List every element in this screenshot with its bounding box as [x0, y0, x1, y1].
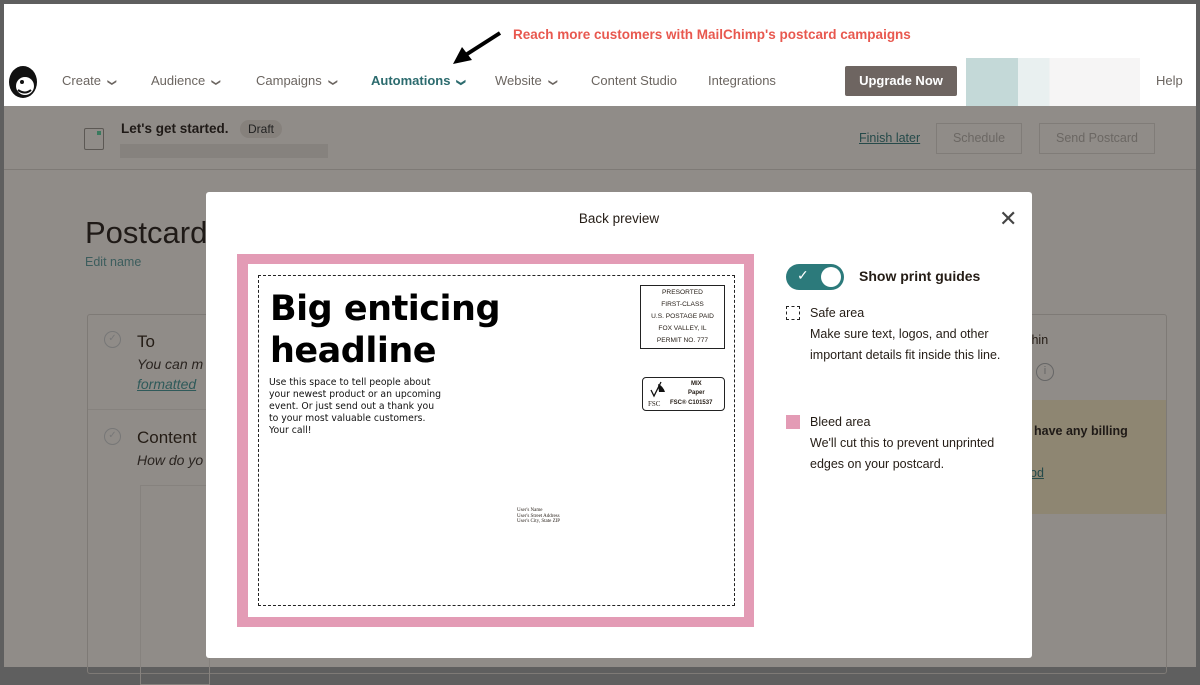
nav-item-integrations[interactable]: Integrations: [708, 73, 776, 88]
nav-item-audience[interactable]: Audience ❯: [151, 73, 222, 88]
finish-later-link[interactable]: Finish later: [859, 131, 920, 145]
recipient-address: User's Name User's Street Address User's…: [517, 508, 560, 525]
chevron-down-icon: ❯: [211, 78, 222, 87]
back-preview-modal: Back preview ✕ Big enticing headline Use…: [206, 192, 1032, 658]
content-section-title: Content: [137, 428, 197, 447]
page-title: Postcard: [85, 215, 208, 250]
schedule-button[interactable]: Schedule: [936, 123, 1022, 154]
postcard-headline: Big enticing headline: [270, 289, 501, 371]
nav-item-content-studio[interactable]: Content Studio: [591, 73, 677, 88]
fsc-logo-text: FSC: [648, 400, 661, 408]
postage-line: FIRST-CLASS: [661, 301, 704, 308]
safe-area-swatch-icon: [786, 306, 800, 320]
bleed-area-swatch-icon: [786, 415, 800, 429]
nav-item-website[interactable]: Website ❯: [495, 73, 559, 88]
nav-item-label: Campaigns: [256, 73, 322, 88]
redacted-subtitle: [120, 144, 328, 158]
postcard-back: Big enticing headline Use this space to …: [248, 264, 744, 617]
nav-item-label: Audience: [151, 73, 206, 88]
postage-line: FOX VALLEY, IL: [658, 325, 707, 332]
nav-item-label: Website: [495, 73, 542, 88]
postage-line: PRESORTED: [662, 289, 703, 296]
bleed-area-desc: We'll cut this to prevent unprinted edge…: [810, 436, 995, 471]
campaign-header: Let's get started. Draft Finish later Sc…: [4, 106, 1196, 170]
campaign-title: Let's get started.: [121, 121, 229, 136]
postage-line: U.S. POSTAGE PAID: [651, 313, 714, 320]
nav-item-label: Integrations: [708, 73, 776, 88]
nav-item-label: Content Studio: [591, 73, 678, 88]
formatted-link[interactable]: formatted: [137, 376, 196, 392]
billing-link[interactable]: od: [1030, 466, 1044, 480]
print-guides-toggle[interactable]: ✓: [786, 264, 844, 290]
nav-item-create[interactable]: Create ❯: [62, 73, 118, 88]
content-preview-frame: [140, 485, 210, 685]
safe-area-title: Safe area: [810, 306, 865, 320]
mailchimp-logo-icon[interactable]: [6, 62, 40, 100]
bleed-area-title: Bleed area: [810, 415, 871, 429]
account-avatar-redacted[interactable]: [966, 58, 1140, 106]
chevron-down-icon: ❯: [107, 78, 118, 87]
chevron-down-icon: ❯: [456, 78, 467, 87]
fsc-paper: Paper: [688, 390, 705, 396]
check-icon: ✓: [797, 267, 809, 283]
chevron-down-icon: ❯: [548, 78, 559, 87]
bleed-area: Big enticing headline Use this space to …: [237, 254, 754, 627]
info-icon[interactable]: i: [1036, 363, 1054, 381]
toggle-label: Show print guides: [859, 268, 981, 284]
help-link[interactable]: Help: [1156, 73, 1183, 88]
postage-indicia: PRESORTED FIRST-CLASS U.S. POSTAGE PAID …: [640, 285, 725, 349]
fsc-mix: MIX: [691, 381, 702, 387]
content-description: How do yo: [137, 452, 204, 468]
nav-item-automations[interactable]: Automations ❯: [371, 73, 467, 88]
upgrade-now-button[interactable]: Upgrade Now: [845, 66, 957, 96]
nav-item-label: Create: [62, 73, 102, 88]
postcard-body: Use this space to tell people about your…: [269, 377, 441, 436]
close-icon[interactable]: ✕: [999, 206, 1017, 232]
billing-text: have any billing: [1034, 424, 1128, 438]
send-postcard-button[interactable]: Send Postcard: [1039, 123, 1155, 154]
postcard-icon: [84, 128, 104, 150]
to-description: You can m: [137, 356, 204, 372]
chevron-down-icon: ❯: [328, 78, 339, 87]
nav-item-campaigns[interactable]: Campaigns ❯: [256, 73, 339, 88]
fsc-tree-icon: [650, 381, 665, 398]
status-badge: Draft: [240, 120, 283, 138]
annotation-arrow-icon: [453, 31, 502, 64]
safe-area-desc: Make sure text, logos, and other importa…: [810, 327, 1001, 362]
edit-name-link[interactable]: Edit name: [85, 255, 141, 269]
nav-item-label: Automations: [371, 73, 451, 88]
check-circle-icon: ✓: [104, 331, 121, 348]
to-section-title: To: [137, 332, 155, 351]
modal-title: Back preview: [578, 211, 660, 226]
safe-area-guide: Big enticing headline Use this space to …: [258, 275, 735, 606]
check-circle-icon: ✓: [104, 428, 121, 445]
fsc-code: FSC® C101537: [670, 400, 713, 406]
address-line: User's City, State ZIP: [517, 519, 561, 524]
fsc-label: FSC MIX Paper FSC® C101537: [642, 377, 725, 411]
annotation-text: Reach more customers with MailChimp's po…: [513, 27, 911, 42]
postage-line: PERMIT NO. 777: [656, 337, 709, 344]
